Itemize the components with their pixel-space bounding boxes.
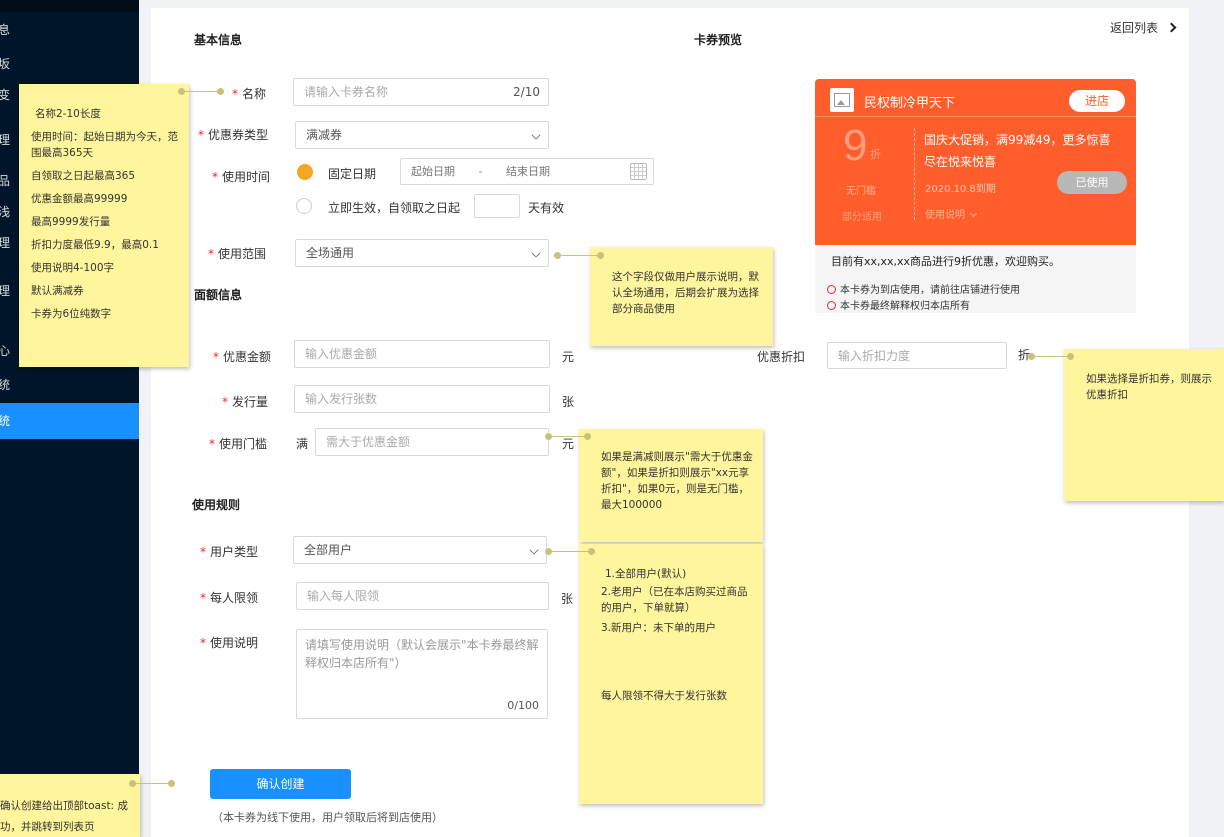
submit-toast-note: 确认创建给出顶部toast: 成功，并跳转到列表页 — [0, 774, 140, 837]
instructions-textarea[interactable]: 请填写使用说明（默认会展示"本卡券最终解释权归本店所有"） 0/100 — [296, 629, 548, 719]
threshold-unit: 元 — [562, 437, 575, 451]
shop-image-icon — [830, 88, 854, 112]
scope-value: 全场通用 — [306, 246, 355, 260]
sidebar-item-active[interactable]: 统 — [0, 403, 139, 439]
scope-select[interactable]: 全场通用 — [295, 239, 549, 267]
info-circle-icon — [827, 285, 836, 294]
card-dashed-divider — [914, 128, 915, 220]
days-unit: 天有效 — [528, 201, 565, 215]
user-type-select[interactable]: 全部用户 — [293, 536, 547, 564]
sheet-unit: 张 — [562, 395, 575, 409]
back-to-list-link[interactable]: 返回列表 — [1110, 19, 1177, 36]
instructions-toggle[interactable]: 使用说明 — [925, 206, 978, 221]
chevron-down-icon — [529, 545, 539, 555]
issue-count-placeholder: 输入发行张数 — [305, 392, 378, 406]
issue-count-input[interactable]: 输入发行张数 — [294, 385, 550, 413]
note-connector — [545, 433, 591, 440]
user-type-note: 1.全部用户(默认) 2.老用户（已在本店购买过商品的用户，下单就算） 3.新用… — [579, 544, 763, 804]
discount-amount-input[interactable]: 输入优惠金额 — [294, 340, 550, 368]
discount-note: 如果选择是折扣券，则展示优惠折扣 — [1064, 349, 1224, 501]
note-connector — [1028, 353, 1074, 360]
chevron-down-icon — [531, 248, 541, 258]
discount-rate-label: 优惠折扣 — [757, 350, 806, 364]
threshold-prefix: 满 — [296, 437, 309, 451]
calendar-icon — [630, 163, 647, 180]
coupon-type-select[interactable]: 满减券 — [295, 121, 549, 149]
name-input[interactable]: 请输入卡券名称 2/10 — [293, 78, 549, 106]
submit-hint: （本卡券为线下使用，用户领取后将到店使用） — [212, 811, 443, 824]
chevron-right-icon — [1166, 22, 1177, 33]
partial-scope-text: 部分适用 — [842, 212, 882, 223]
fixed-date-radio[interactable] — [297, 164, 313, 180]
per-limit-input[interactable]: 输入每人限领 — [296, 582, 549, 610]
threshold-note: 如果是满减则展示"需大于优惠金额"，如果是折扣则展示"xx元享折扣"，如果0元，… — [579, 429, 763, 542]
card-divider — [815, 116, 1136, 117]
start-date-placeholder: 起始日期 — [411, 165, 455, 178]
per-limit-placeholder: 输入每人限领 — [307, 589, 380, 603]
coupon-type-value: 满减券 — [306, 128, 343, 142]
yuan-unit: 元 — [562, 350, 575, 364]
instructions-label: * 使用说明 — [200, 636, 259, 650]
no-threshold-text: 无门槛 — [846, 186, 876, 197]
threshold-label: * 使用门槛 — [209, 437, 268, 451]
rules-section-title: 使用规则 — [192, 498, 241, 512]
validation-rules-note: 名称2-10长度 使用时间：起始日期为今天，范围最高365天 自领取之日起最高3… — [19, 84, 189, 367]
promo-line-2: 尽在悦来悦喜 — [924, 155, 997, 169]
promo-line-1: 国庆大促销，满99减49，更多惊喜 — [924, 133, 1111, 147]
scope-label: * 使用范围 — [208, 247, 267, 261]
per-limit-label: * 每人限领 — [200, 591, 259, 605]
note-connector — [554, 252, 604, 259]
discount-value: 9 — [843, 121, 868, 170]
instructions-toggle-label: 使用说明 — [925, 210, 965, 221]
threshold-input[interactable]: 需大于优惠金额 — [315, 428, 549, 456]
info-circle-icon — [827, 301, 836, 310]
sidebar-item[interactable]: 统 — [0, 367, 139, 403]
discount-rate-input[interactable]: 输入折扣力度 — [827, 342, 1007, 369]
threshold-placeholder: 需大于优惠金额 — [326, 435, 411, 449]
amount-section-title: 面额信息 — [194, 288, 243, 302]
used-button[interactable]: 已使用 — [1057, 171, 1127, 194]
discount-amount-placeholder: 输入优惠金额 — [305, 347, 378, 361]
user-type-value: 全部用户 — [304, 543, 353, 557]
note-connector — [178, 88, 224, 95]
instructions-placeholder: 请填写使用说明（默认会展示"本卡券最终解释权归本店所有"） — [305, 638, 539, 670]
card-note-2: 本卡券最终解释权归本店所有 — [827, 297, 970, 312]
chevron-down-icon — [531, 130, 541, 140]
instructions-counter: 0/100 — [507, 699, 539, 712]
chevron-down-icon — [970, 209, 978, 218]
issue-count-label: * 发行量 — [222, 395, 269, 409]
user-type-label: * 用户类型 — [200, 545, 259, 559]
sidebar-top-strip — [0, 0, 139, 12]
scope-note: 这个字段仅做用户展示说明，默认全场通用，后期会扩展为选择部分商品使用 — [590, 247, 773, 346]
basic-info-title: 基本信息 — [194, 33, 243, 47]
note-connector — [545, 548, 595, 555]
coupon-type-label: * 优惠券类型 — [198, 128, 269, 142]
name-label: * 名称 — [232, 87, 267, 101]
date-range-input[interactable]: 起始日期 - 结束日期 — [400, 158, 654, 185]
card-note-1: 本卡券为到店使用，请前往店铺进行使用 — [827, 281, 1020, 296]
fixed-date-label: 固定日期 — [328, 167, 377, 181]
use-time-label: * 使用时间 — [212, 170, 271, 184]
shop-name: 民权制冷甲天下 — [864, 96, 956, 111]
preview-title: 卡券预览 — [694, 33, 743, 47]
submit-button[interactable]: 确认创建 — [210, 769, 351, 799]
name-placeholder: 请输入卡券名称 — [304, 85, 389, 99]
valid-days-input[interactable] — [474, 194, 520, 218]
date-separator: - — [478, 165, 483, 178]
discount-amount-label: * 优惠金额 — [213, 350, 272, 364]
back-link-label: 返回列表 — [1110, 21, 1159, 35]
card-summary: 目前有xx,xx,xx商品进行9折优惠，欢迎购买。 — [831, 255, 1061, 268]
discount-rate-placeholder: 输入折扣力度 — [838, 349, 911, 363]
per-limit-unit: 张 — [561, 592, 574, 606]
name-counter: 2/10 — [513, 85, 540, 99]
note-connector — [129, 780, 175, 787]
expiry-text: 2020.10.8到期 — [925, 184, 996, 195]
sidebar-item[interactable]: 息 — [0, 12, 139, 48]
enter-shop-button[interactable]: 进店 — [1069, 90, 1125, 112]
immediate-label: 立即生效，自领取之日起 — [328, 201, 461, 215]
immediate-radio[interactable] — [296, 198, 312, 214]
end-date-placeholder: 结束日期 — [505, 165, 550, 178]
discount-unit: 折 — [870, 148, 881, 161]
